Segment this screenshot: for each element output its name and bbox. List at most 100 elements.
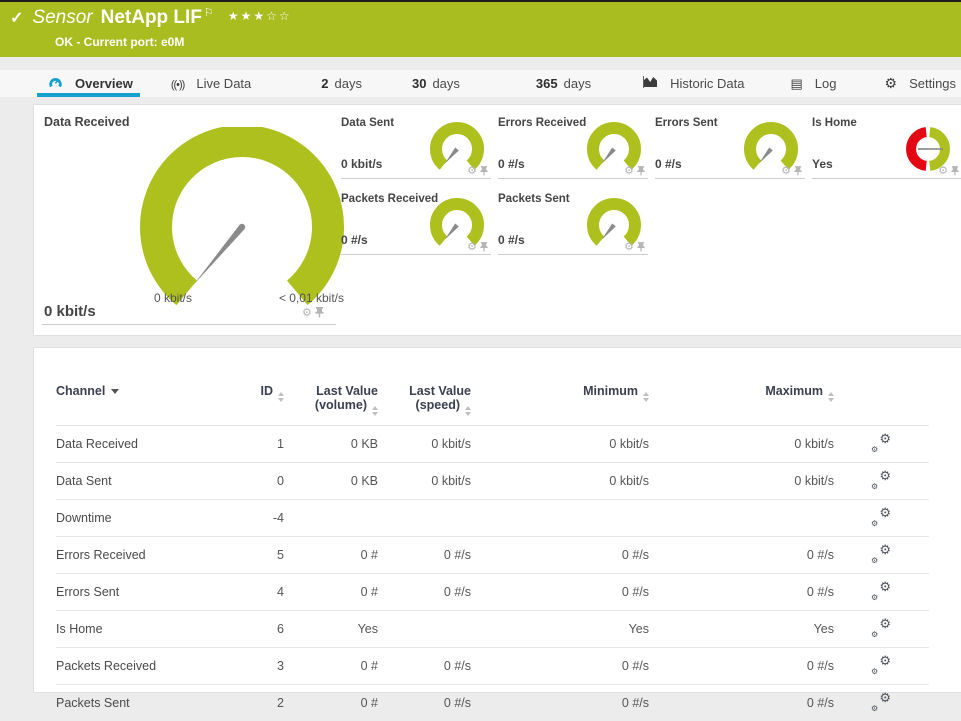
table-row: Downtime -4 ⚙⚙ [56,500,929,537]
sort-toggle-icon [643,392,649,402]
channel-settings-gear-icon[interactable]: ⚙ [467,242,477,252]
gauge-icon [48,76,63,89]
channel-tile-packets-received: Packets Received 0 #/s ⚙ [341,191,491,255]
edit-channel-gears-icon[interactable]: ⚙⚙ [872,472,891,487]
cell-last-value-speed: 0 kbit/s [378,463,471,500]
cell-last-value-volume: Yes [284,611,378,648]
priority-flag-icon[interactable]: ⚐ [204,6,214,19]
cell-last-value-volume: 0 # [284,574,378,611]
cell-last-value-volume: 0 KB [284,426,378,463]
cell-id: 2 [206,685,284,721]
channel-tile-errors-sent: Errors Sent 0 #/s ⚙ [655,115,805,179]
cell-id: 5 [206,537,284,574]
tab-days[interactable]: 2 days [315,76,362,91]
edit-channel-gears-icon[interactable]: ⚙⚙ [872,435,891,450]
cell-last-value-volume: 0 # [284,537,378,574]
cell-last-value-volume: 0 KB [284,463,378,500]
table-row: Packets Received 3 0 # 0 #/s 0 #/s 0 #/s… [56,648,929,685]
edit-channel-gears-icon[interactable]: ⚙⚙ [872,620,891,635]
edit-channel-gears-icon[interactable]: ⚙⚙ [872,546,891,561]
column-header-label: Maximum [765,384,823,398]
pin-icon[interactable] [315,307,324,318]
gauges-panel: Data Received 0 kbit/s < 0,01 kbit/s 0 k… [33,104,961,336]
cell-minimum: 0 #/s [471,648,649,685]
column-header-last-value-speed-[interactable]: Last Value (speed) [378,384,471,426]
cell-maximum: Yes [649,611,834,648]
table-row: Packets Sent 2 0 # 0 #/s 0 #/s 0 #/s ⚙⚙ [56,685,929,721]
column-header-channel[interactable]: Channel [56,384,206,426]
tab-overview[interactable]: Overview [48,76,133,92]
tile-divider [42,324,336,325]
sensor-header: ✓ Sensor NetApp LIF ⚐ ★★★☆☆ OK - Current… [0,2,961,57]
column-header-label: Minimum [583,384,638,398]
cell-last-value-speed: 0 #/s [378,685,471,721]
tab-label-number: 30 [412,76,426,91]
channel-table-panel: Channel ID Last Value (volume)Last Value (… [33,347,961,693]
column-header-id[interactable]: ID [206,384,284,426]
status-message: OK - Current port: e0M [55,35,184,49]
cell-id: 6 [206,611,284,648]
tab-days[interactable]: 365 days [530,76,591,91]
cell-maximum: 0 #/s [649,648,834,685]
edit-channel-gears-icon[interactable]: ⚙⚙ [872,583,891,598]
channel-settings-gear-icon[interactable]: ⚙ [467,166,477,176]
tab-log[interactable]: ▤ Log [791,76,837,92]
primary-channel-title: Data Received [44,115,129,129]
cell-id: 0 [206,463,284,500]
cell-minimum: 0 #/s [471,537,649,574]
channel-settings-gear-icon[interactable]: ⚙ [624,242,634,252]
live-data-broadcast-icon: ((•)) [171,79,185,91]
channel-tile-value: 0 kbit/s [341,157,382,171]
star-rating[interactable]: ★★★☆☆ [228,9,292,23]
cell-last-value-volume [284,500,378,537]
pin-icon[interactable] [951,166,959,176]
tab-label: Log [815,76,837,91]
cell-last-value-speed: 0 #/s [378,574,471,611]
channel-tile-packets-sent: Packets Sent 0 #/s ⚙ [498,191,648,255]
tab-live-data[interactable]: ((•)) Live Data [171,76,251,91]
column-header-minimum[interactable]: Minimum [471,384,649,426]
cell-maximum [649,500,834,537]
cell-last-value-speed [378,500,471,537]
pin-icon[interactable] [637,166,645,176]
pin-icon[interactable] [794,166,802,176]
channel-settings-gear-icon[interactable]: ⚙ [302,308,312,318]
cell-last-value-speed: 0 #/s [378,537,471,574]
column-header-label: ID [261,384,274,398]
channel-tile-title: Data Sent [341,117,394,129]
table-row: Is Home 6 Yes Yes Yes ⚙⚙ [56,611,929,648]
channel-settings-gear-icon[interactable]: ⚙ [781,166,791,176]
settings-gear-icon: ⚙ [885,75,898,91]
sorted-desc-icon [111,389,119,394]
edit-channel-gears-icon[interactable]: ⚙⚙ [872,509,891,524]
cell-maximum: 0 #/s [649,537,834,574]
edit-channel-gears-icon[interactable]: ⚙⚙ [872,694,891,709]
column-header-last-value-volume-[interactable]: Last Value (volume) [284,384,378,426]
cell-channel: Downtime [56,500,206,537]
cell-maximum: 0 kbit/s [649,463,834,500]
channel-tile-value: 0 #/s [341,233,368,247]
tab-label: days [335,76,362,91]
channel-settings-gear-icon[interactable]: ⚙ [624,166,634,176]
tab-icon: ▤ [791,76,803,92]
tab-icon [48,76,63,92]
tab-historic-data[interactable]: Historic Data [643,76,744,91]
channel-tile-errors-received: Errors Received 0 #/s ⚙ [498,115,648,179]
sensor-title: NetApp LIF [101,7,202,29]
channel-tile-value: 0 #/s [655,157,682,171]
pin-icon[interactable] [637,242,645,252]
object-kind-label: Sensor [32,7,92,29]
edit-channel-gears-icon[interactable]: ⚙⚙ [872,657,891,672]
column-header-maximum[interactable]: Maximum [649,384,834,426]
cell-channel: Packets Sent [56,685,206,721]
pin-icon[interactable] [480,166,488,176]
pin-icon[interactable] [480,242,488,252]
column-header-actions [834,384,929,426]
channel-tile-is-home: Is Home Yes ⚙ [812,115,961,179]
channel-settings-gear-icon[interactable]: ⚙ [938,166,948,176]
gauge-scale-max: < 0,01 kbit/s [279,291,344,305]
cell-maximum: 0 #/s [649,685,834,721]
primary-channel-value: 0 kbit/s [44,303,96,320]
tab-settings[interactable]: ⚙ Settings [885,75,957,92]
tab-days[interactable]: 30 days [406,76,460,91]
